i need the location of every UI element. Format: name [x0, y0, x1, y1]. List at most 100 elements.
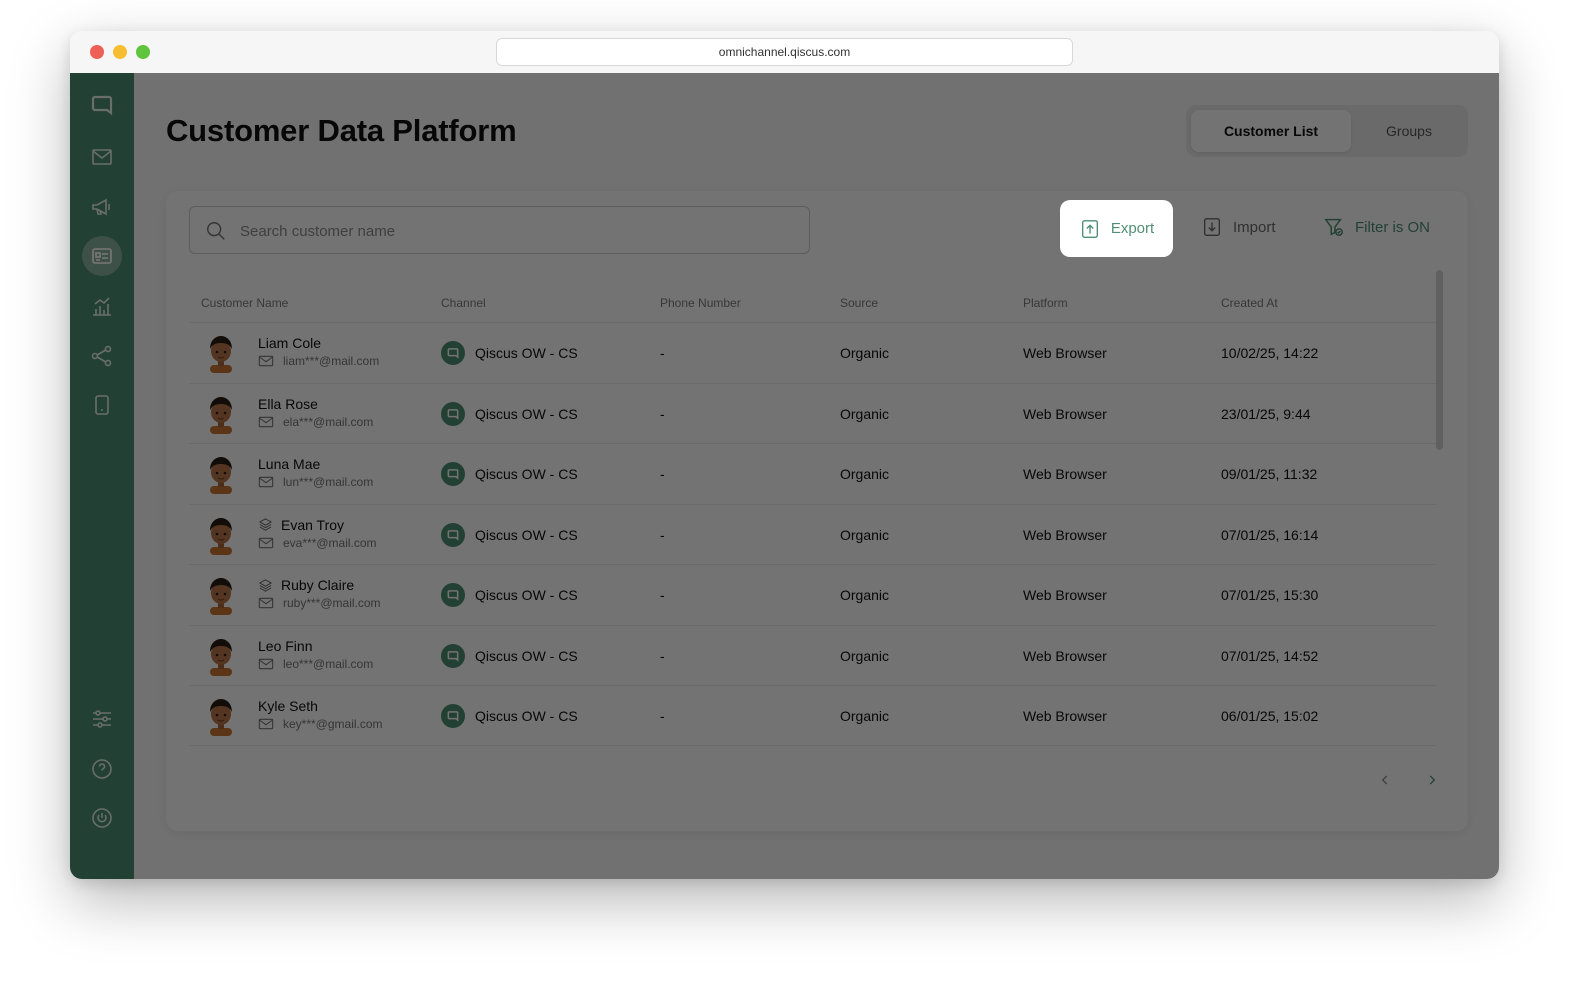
search-input[interactable] [240, 219, 780, 243]
customer-name-block: Evan Troy eva***@mail.com [258, 517, 377, 550]
sidebar-item-help[interactable] [82, 749, 122, 789]
channel-text: Qiscus OW - CS [475, 405, 578, 422]
channel-text: Qiscus OW - CS [475, 345, 578, 361]
table-row[interactable]: Liam Cole liam***@mail.com Qiscus OW - C… [189, 322, 1436, 383]
table-row[interactable]: Evan Troy eva***@mail.com Qiscus OW - CS… [189, 503, 1436, 565]
channel-logo-icon [441, 462, 465, 486]
avatar [210, 396, 232, 434]
header-channel[interactable]: Channel [441, 296, 486, 310]
customer-name[interactable]: Luna Mae [258, 456, 373, 472]
export-label: Export [1110, 220, 1155, 237]
avatar [210, 578, 232, 615]
customer-cell: Leo Finn leo***@mail.com [189, 626, 429, 686]
sidebar-item-home[interactable] [82, 85, 122, 125]
source-cell: Organic [840, 323, 1000, 383]
channel-text: Qiscus OW - CS [475, 587, 578, 603]
sidebar-item-logout[interactable] [82, 798, 122, 838]
source-text: Organic [840, 466, 890, 482]
header-source[interactable]: Source [840, 296, 878, 310]
customer-name[interactable]: Kyle Seth [258, 698, 383, 714]
header-customer-name[interactable]: Customer Name [201, 296, 288, 310]
customer-name[interactable]: Leo Finn [258, 638, 373, 654]
platform-cell: Web Browser [1023, 444, 1203, 504]
customer-name-block: Leo Finn leo***@mail.com [258, 638, 373, 671]
avatar [210, 336, 232, 373]
phone-cell: - [660, 384, 820, 444]
customer-name[interactable]: Ella Rose [258, 396, 373, 412]
mail-icon [92, 149, 112, 165]
channel-cell: Qiscus OW - CS [441, 444, 651, 504]
import-icon [1203, 218, 1221, 236]
platform-text: Web Browser [1023, 526, 1107, 543]
created-cell: 06/01/25, 15:02 [1221, 686, 1401, 746]
sidebar-item-mobile[interactable] [82, 385, 122, 425]
next-page-button[interactable] [1420, 768, 1444, 792]
source-text: Organic [840, 405, 890, 422]
export-icon [1081, 219, 1098, 238]
mail-icon [258, 476, 274, 488]
chat-logo-icon [91, 95, 113, 116]
import-button[interactable]: Import [1201, 203, 1276, 251]
phone-text: - [660, 647, 665, 664]
phone-text: - [660, 466, 665, 482]
maximize-window-button[interactable] [136, 45, 150, 59]
source-text: Organic [840, 526, 890, 543]
search-box[interactable] [189, 206, 810, 254]
table-scrollbar[interactable] [1436, 270, 1443, 450]
header-created-at[interactable]: Created At [1221, 296, 1278, 310]
created-cell: 23/01/25, 9:44 [1221, 384, 1401, 444]
platform-text: Web Browser [1023, 345, 1107, 361]
sidebar-item-broadcast[interactable] [82, 187, 122, 227]
customer-name[interactable]: Liam Cole [258, 335, 379, 351]
phone-cell: - [660, 565, 820, 625]
platform-text: Web Browser [1023, 647, 1107, 664]
created-cell: 07/01/25, 16:14 [1221, 505, 1401, 565]
filter-button[interactable]: Filter is ON [1323, 203, 1430, 251]
customer-name[interactable]: Ruby Claire [258, 577, 381, 593]
avatar [210, 699, 232, 736]
customer-cell: Kyle Seth key***@gmail.com [189, 686, 429, 746]
header-phone-number[interactable]: Phone Number [660, 296, 741, 310]
table-header: Customer Name Channel Phone Number Sourc… [201, 296, 1441, 316]
sidebar-item-analytics[interactable] [82, 286, 122, 326]
phone-cell: - [660, 686, 820, 746]
created-cell: 09/01/25, 11:32 [1221, 444, 1401, 504]
table-row[interactable]: Kyle Seth key***@gmail.com Qiscus OW - C… [189, 685, 1436, 746]
created-text: 10/02/25, 14:22 [1221, 345, 1319, 361]
platform-text: Web Browser [1023, 587, 1107, 603]
customer-email: lun***@mail.com [258, 475, 373, 489]
close-window-button[interactable] [90, 45, 104, 59]
created-text: 23/01/25, 9:44 [1221, 405, 1311, 422]
sidebar-item-settings[interactable] [82, 699, 122, 739]
platform-text: Web Browser [1023, 466, 1107, 482]
header-platform[interactable]: Platform [1023, 296, 1068, 310]
tab-customer-list[interactable]: Customer List [1191, 110, 1351, 152]
customer-name-text: Luna Mae [258, 456, 321, 472]
sidebar-item-integrations[interactable] [82, 336, 122, 376]
channel-logo-icon [441, 583, 465, 607]
power-icon [92, 808, 112, 828]
phone-text: - [660, 708, 665, 724]
table-row[interactable]: Ruby Claire ruby***@mail.com Qiscus OW -… [189, 564, 1436, 625]
minimize-window-button[interactable] [113, 45, 127, 59]
channel-text: Qiscus OW - CS [475, 647, 578, 664]
previous-page-button[interactable] [1373, 768, 1397, 792]
contact-card-icon [92, 248, 112, 264]
table-row[interactable]: Leo Finn leo***@mail.com Qiscus OW - CS … [189, 624, 1436, 686]
export-button[interactable]: Export [1060, 200, 1173, 257]
customer-name-block: Kyle Seth key***@gmail.com [258, 698, 383, 731]
view-tabs: Customer List Groups [1186, 105, 1468, 157]
sidebar-item-inbox[interactable] [82, 137, 122, 177]
source-cell: Organic [840, 626, 1000, 686]
customer-email: ruby***@mail.com [258, 596, 381, 610]
channel-text: Qiscus OW - CS [475, 526, 578, 543]
customer-table-card: Import Filter is ON Customer Name Channe… [166, 191, 1468, 831]
address-bar[interactable]: omnichannel.qiscus.com [496, 38, 1073, 66]
channel-cell: Qiscus OW - CS [441, 565, 651, 625]
table-row[interactable]: Ella Rose ela***@mail.com Qiscus OW - CS… [189, 382, 1436, 444]
table-row[interactable]: Luna Mae lun***@mail.com Qiscus OW - CS … [189, 443, 1436, 504]
tab-groups[interactable]: Groups [1354, 110, 1464, 152]
customer-name[interactable]: Evan Troy [258, 517, 377, 533]
mail-icon [258, 416, 274, 427]
sidebar-item-customers[interactable] [82, 236, 122, 276]
